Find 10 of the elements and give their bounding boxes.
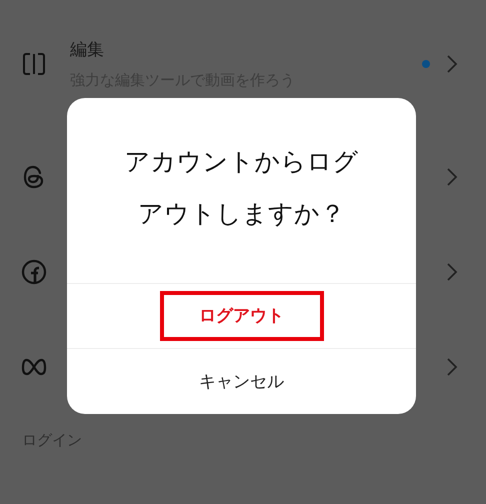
menu-item-title: 編集 bbox=[70, 39, 105, 61]
chevron-right-icon[interactable] bbox=[446, 166, 458, 186]
facebook-icon bbox=[20, 258, 48, 286]
chevron-right-icon[interactable] bbox=[446, 356, 458, 376]
logout-button[interactable]: ログアウト bbox=[160, 290, 324, 341]
cancel-button[interactable]: キャンセル bbox=[160, 356, 324, 407]
split-frame-icon bbox=[20, 50, 48, 78]
chevron-right-icon[interactable] bbox=[446, 262, 458, 282]
chevron-right-icon[interactable] bbox=[446, 54, 458, 74]
dialog-title: アカウントからログアウトしますか？ bbox=[67, 98, 416, 284]
